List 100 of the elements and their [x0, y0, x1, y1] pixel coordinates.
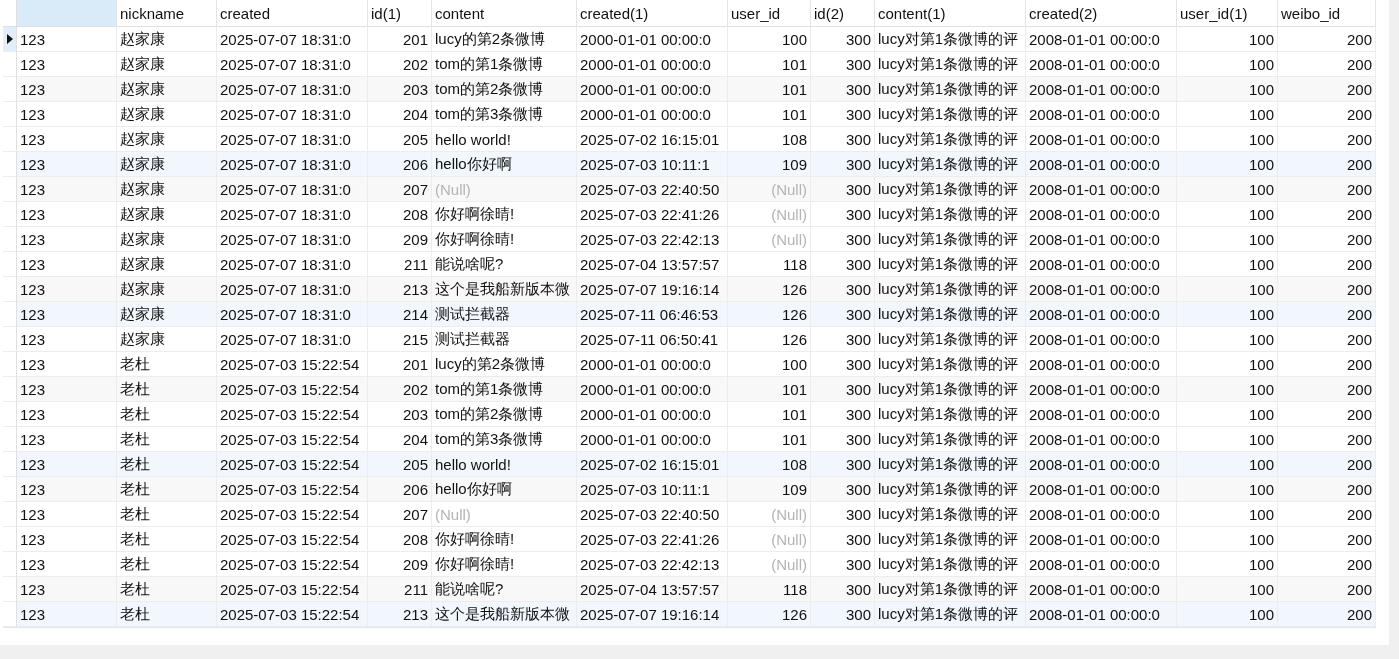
table-cell: 108 — [728, 452, 811, 477]
column-header[interactable]: weibo_id — [1278, 0, 1376, 27]
table-cell: 2025-07-07 18:31:0 — [217, 252, 368, 277]
column-header[interactable]: id(2) — [811, 0, 875, 27]
table-cell: 100 — [1177, 452, 1278, 477]
table-cell: 赵家康 — [117, 227, 217, 252]
table-cell: 赵家康 — [117, 277, 217, 302]
table-cell: 2025-07-11 06:50:41 — [577, 327, 728, 352]
table-cell: 300 — [811, 102, 875, 127]
table-cell: 300 — [811, 577, 875, 602]
table-cell: 100 — [1177, 202, 1278, 227]
table-cell: 300 — [811, 202, 875, 227]
table-cell: 123 — [17, 377, 117, 402]
table-cell: 100 — [1177, 152, 1278, 177]
table-cell: 123 — [17, 527, 117, 552]
table-cell: 200 — [1278, 252, 1376, 277]
table-cell: 老杜 — [117, 402, 217, 427]
table-cell: 老杜 — [117, 477, 217, 502]
table-cell: 老杜 — [117, 427, 217, 452]
table-cell: 123 — [17, 152, 117, 177]
table-cell: 200 — [1278, 177, 1376, 202]
table-cell: 2000-01-01 00:00:0 — [577, 377, 728, 402]
table-cell: 100 — [728, 352, 811, 377]
table-cell: 123 — [17, 252, 117, 277]
table-cell: 108 — [728, 127, 811, 152]
table-cell: 100 — [1177, 302, 1278, 327]
column-header[interactable]: content — [432, 0, 577, 27]
table-cell: 赵家康 — [117, 327, 217, 352]
table-cell: 100 — [1177, 377, 1278, 402]
table-cell: lucy对第1条微博的评 — [875, 527, 1026, 552]
table-cell: 109 — [728, 477, 811, 502]
table-cell: 100 — [1177, 352, 1278, 377]
table-cell: 100 — [1177, 102, 1278, 127]
table-cell: 100 — [1177, 427, 1278, 452]
table-cell: 209 — [368, 227, 432, 252]
column-header[interactable]: user_id(1) — [1177, 0, 1278, 27]
table-cell: 2025-07-03 22:41:26 — [577, 527, 728, 552]
table-cell: tom的第1条微博 — [432, 377, 577, 402]
table-cell: 123 — [17, 127, 117, 152]
table-cell: 赵家康 — [117, 27, 217, 52]
table-cell: 2025-07-11 06:46:53 — [577, 302, 728, 327]
null-cell: (Null) — [728, 202, 811, 227]
column-header[interactable]: content(1) — [875, 0, 1026, 27]
table-cell: 100 — [1177, 227, 1278, 252]
table-cell: lucy对第1条微博的评 — [875, 402, 1026, 427]
table-cell: hello你好啊 — [432, 152, 577, 177]
column-header[interactable]: id(1) — [368, 0, 432, 27]
table-cell: 200 — [1278, 202, 1376, 227]
table-cell: 100 — [1177, 577, 1278, 602]
column-header[interactable]: created — [217, 0, 368, 27]
table-cell: 200 — [1278, 27, 1376, 52]
table-cell: 2000-01-01 00:00:0 — [577, 352, 728, 377]
table-cell: 203 — [368, 77, 432, 102]
table-cell: 2008-01-01 00:00:0 — [1026, 202, 1177, 227]
table-cell: 2008-01-01 00:00:0 — [1026, 402, 1177, 427]
table-cell: 2008-01-01 00:00:0 — [1026, 177, 1177, 202]
table-cell: 208 — [368, 202, 432, 227]
table-cell: 100 — [728, 27, 811, 52]
table-cell: 300 — [811, 327, 875, 352]
column-header[interactable]: nickname — [117, 0, 217, 27]
table-cell: 126 — [728, 302, 811, 327]
column-header[interactable]: created(1) — [577, 0, 728, 27]
column-header[interactable]: user_id — [728, 0, 811, 27]
table-cell: 2025-07-04 13:57:57 — [577, 252, 728, 277]
table-cell: 123 — [17, 302, 117, 327]
table-cell: 赵家康 — [117, 202, 217, 227]
table-cell: 213 — [368, 602, 432, 627]
table-cell: lucy对第1条微博的评 — [875, 552, 1026, 577]
table-cell: 126 — [728, 602, 811, 627]
column-header[interactable]: created(2) — [1026, 0, 1177, 27]
table-cell: 2025-07-07 19:16:14 — [577, 277, 728, 302]
table-cell: 211 — [368, 252, 432, 277]
null-cell: (Null) — [728, 552, 811, 577]
table-cell: 123 — [17, 202, 117, 227]
table-cell: 109 — [728, 152, 811, 177]
table-cell: 100 — [1177, 602, 1278, 627]
table-cell: 赵家康 — [117, 77, 217, 102]
table-cell: lucy的第2条微博 — [432, 352, 577, 377]
table-cell: lucy对第1条微博的评 — [875, 452, 1026, 477]
table-cell: 2008-01-01 00:00:0 — [1026, 302, 1177, 327]
table-cell: 2000-01-01 00:00:0 — [577, 27, 728, 52]
table-cell: 123 — [17, 477, 117, 502]
table-cell: 200 — [1278, 227, 1376, 252]
table-cell: 101 — [728, 427, 811, 452]
table-cell: 215 — [368, 327, 432, 352]
table-cell: 300 — [811, 352, 875, 377]
table-cell: 2008-01-01 00:00:0 — [1026, 252, 1177, 277]
table-cell: 300 — [811, 502, 875, 527]
table-cell: 2025-07-07 18:31:0 — [217, 277, 368, 302]
table-cell: 123 — [17, 452, 117, 477]
table-cell: hello world! — [432, 452, 577, 477]
table-cell: 能说啥呢? — [432, 577, 577, 602]
table-cell: tom的第2条微博 — [432, 402, 577, 427]
row-header[interactable] — [3, 27, 17, 52]
table-cell: 老杜 — [117, 527, 217, 552]
table-cell: 2025-07-03 10:11:1 — [577, 152, 728, 177]
null-cell: (Null) — [728, 227, 811, 252]
table-cell: 200 — [1278, 52, 1376, 77]
null-cell: (Null) — [432, 502, 577, 527]
table-cell: 118 — [728, 577, 811, 602]
